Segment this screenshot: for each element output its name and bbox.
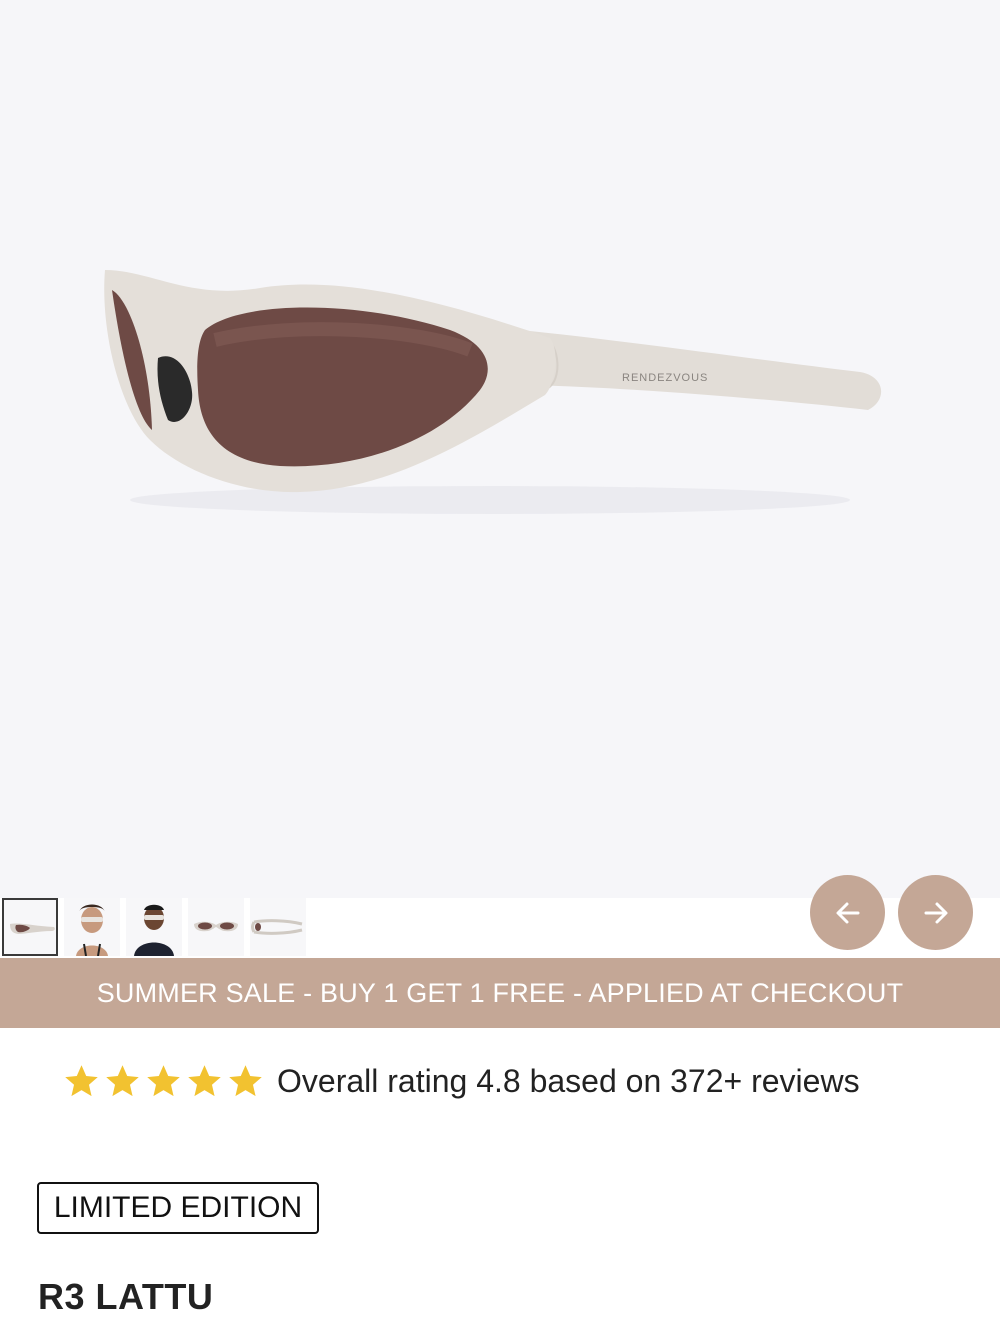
thumbnail-strip bbox=[0, 898, 310, 958]
limited-edition-badge: LIMITED EDITION bbox=[37, 1182, 319, 1234]
star-rating bbox=[62, 1062, 265, 1101]
arrow-right-icon bbox=[924, 902, 947, 923]
thumb-product-front[interactable] bbox=[188, 898, 244, 956]
promo-banner: SUMMER SALE - BUY 1 GET 1 FREE - APPLIED… bbox=[0, 958, 1000, 1028]
star-icon bbox=[229, 1064, 262, 1096]
previous-image-button[interactable] bbox=[810, 875, 885, 950]
rating-text: Overall rating 4.8 based on 372+ reviews bbox=[277, 1062, 860, 1099]
star-icon bbox=[106, 1064, 139, 1096]
thumb-model-man[interactable] bbox=[126, 898, 182, 956]
sunglasses-illustration: RENDEZVOUS bbox=[104, 270, 882, 514]
star-icon bbox=[65, 1064, 98, 1096]
rating-summary[interactable]: Overall rating 4.8 based on 372+ reviews bbox=[62, 1058, 860, 1104]
thumb-product-top[interactable] bbox=[250, 898, 306, 956]
star-icon bbox=[188, 1064, 221, 1096]
next-image-button[interactable] bbox=[898, 875, 973, 950]
arrow-left-icon bbox=[836, 902, 859, 923]
product-hero-image: RENDEZVOUS bbox=[0, 0, 1000, 898]
star-icon bbox=[147, 1064, 180, 1096]
thumb-product-side[interactable] bbox=[2, 898, 58, 956]
product-title: R3 LATTU bbox=[38, 1276, 214, 1317]
temple-brand-text: RENDEZVOUS bbox=[622, 372, 708, 384]
promo-text: SUMMER SALE - BUY 1 GET 1 FREE - APPLIED… bbox=[96, 977, 904, 1008]
badge-label: LIMITED EDITION bbox=[53, 1191, 303, 1224]
thumb-model-woman[interactable] bbox=[64, 898, 120, 956]
